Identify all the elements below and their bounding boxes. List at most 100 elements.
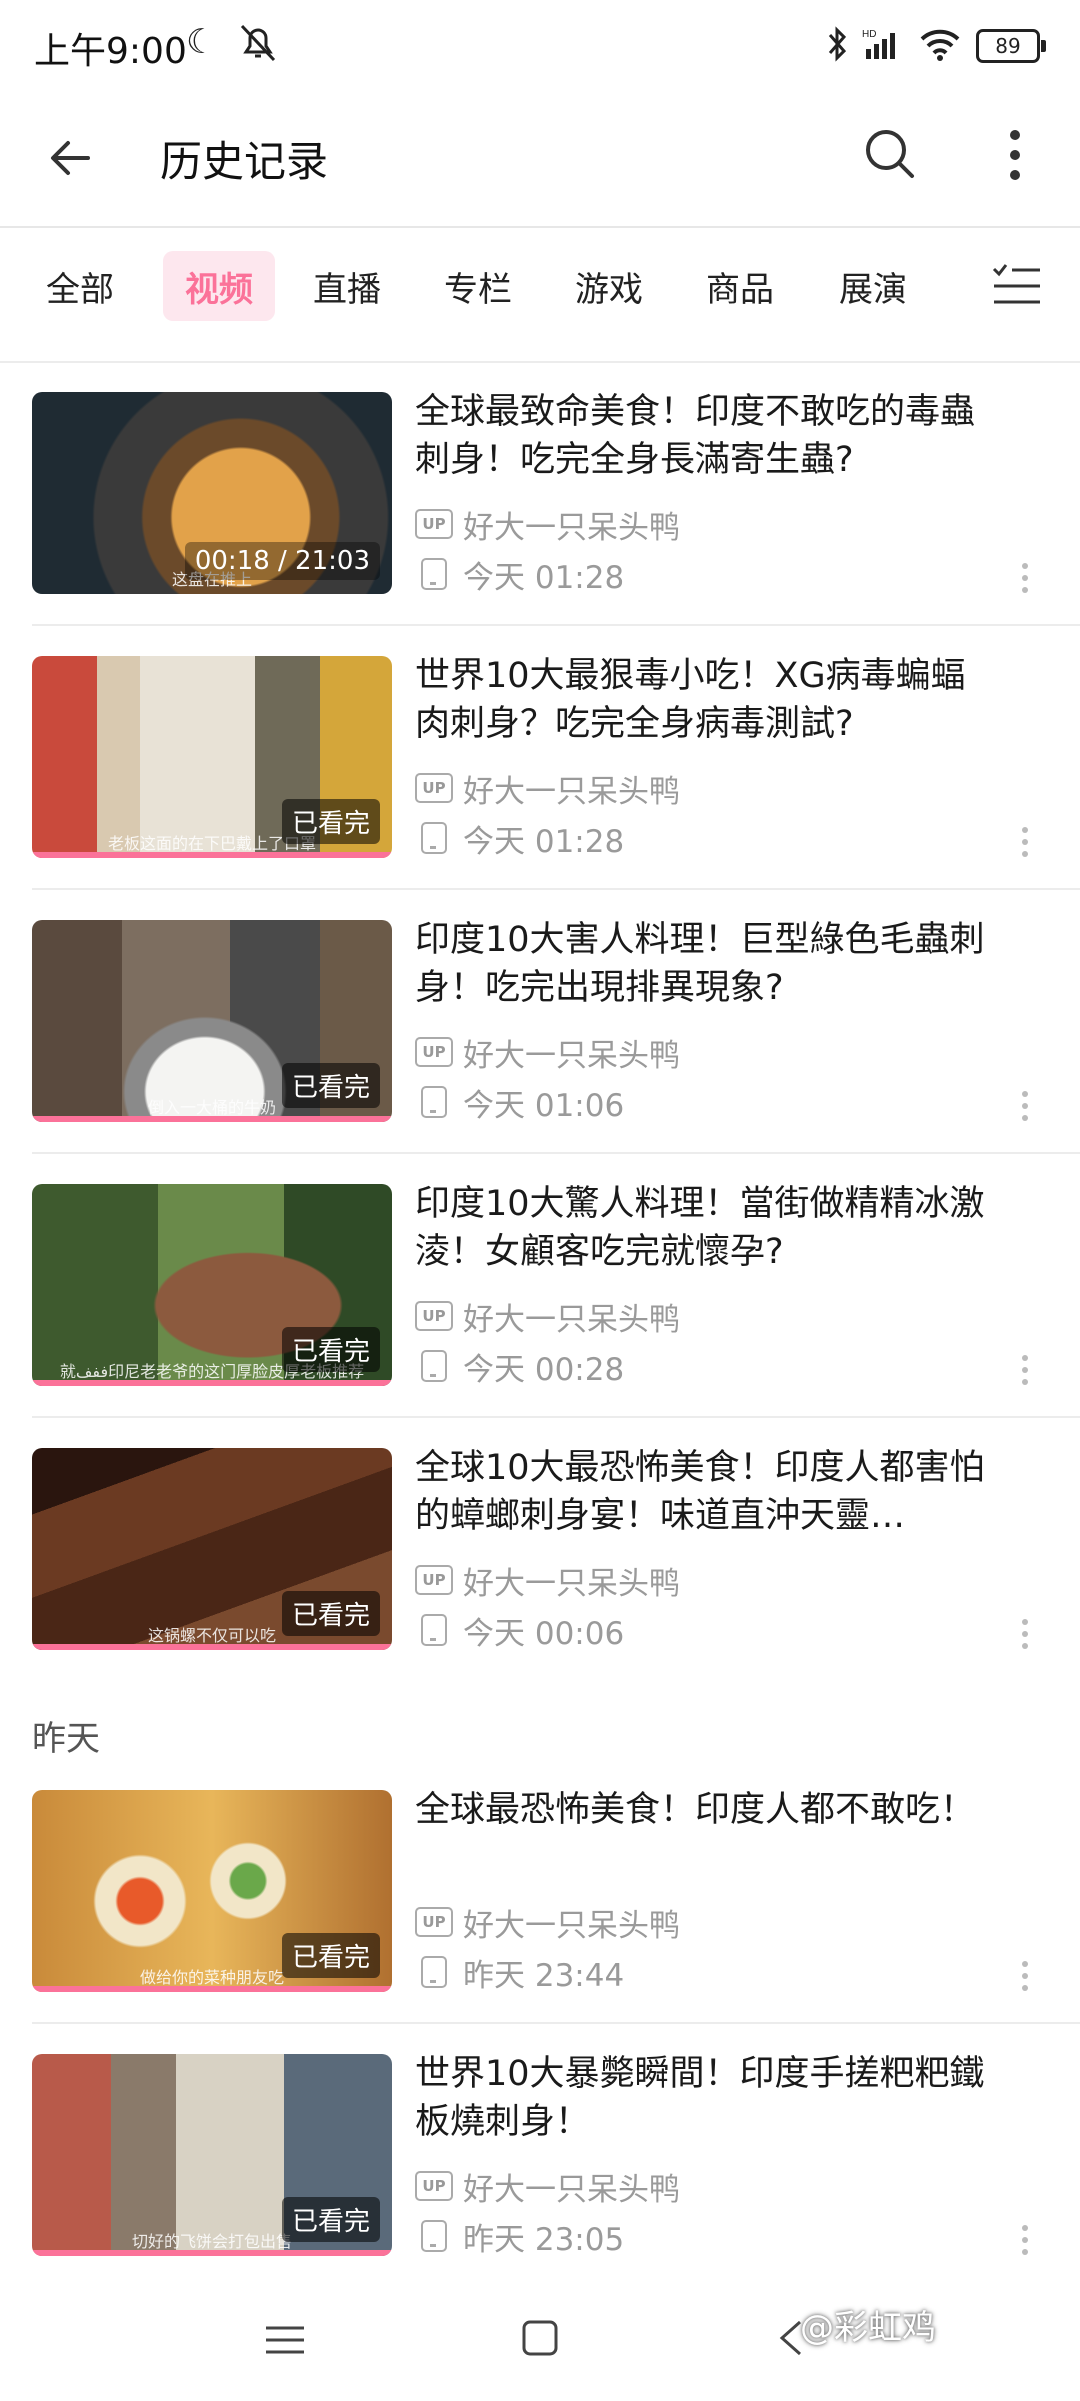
device-icon (421, 822, 447, 854)
more-vertical-icon[interactable] (990, 120, 1040, 190)
history-item[interactable]: 这锅螺不仅可以吃 已看完 全球10大最恐怖美食！印度人都害怕的蟑螂刺身宴！味道直… (0, 1418, 1080, 1682)
video-thumbnail[interactable]: 老板这面的在下巴戴上了口罩 已看完 (32, 656, 392, 858)
history-item[interactable]: 老板这面的在下巴戴上了口罩 已看完 世界10大最狠毒小吃！XG病毒蝙蝠肉刺身？吃… (0, 626, 1080, 890)
tab-game[interactable]: 游戏 (559, 251, 659, 321)
video-thumbnail[interactable]: 这锅螺不仅可以吃 已看完 (32, 1448, 392, 1650)
device-icon (421, 1086, 447, 1118)
tab-video[interactable]: 视频 (163, 251, 275, 321)
watch-progress-bar (32, 2250, 392, 2256)
item-more-icon[interactable] (1010, 2220, 1040, 2260)
watch-time: 今天 00:28 (463, 1351, 625, 1388)
watched-badge: 已看完 (281, 799, 380, 844)
item-more-icon[interactable] (1010, 1086, 1040, 1126)
up-icon: UP (415, 1037, 453, 1067)
status-indicators: HD 89 (826, 24, 1046, 68)
watch-time: 今天 01:06 (463, 1087, 625, 1124)
uploader-name: 好大一只呆头鸭 (463, 1301, 680, 1338)
uploader-name: 好大一只呆头鸭 (463, 1907, 680, 1944)
item-more-icon[interactable] (1010, 822, 1040, 862)
video-thumbnail[interactable]: 倒入一大桶的牛奶 已看完 (32, 920, 392, 1122)
watch-progress-bar (32, 1116, 392, 1122)
video-title: 世界10大最狠毒小吃！XG病毒蝙蝠肉刺身？吃完全身病毒測試? (415, 656, 966, 744)
video-thumbnail[interactable]: 这盘在推上 00:18 / 21:03 (32, 392, 392, 594)
up-icon: UP (415, 509, 453, 539)
history-list: 这盘在推上 00:18 / 21:03 全球最致命美食！印度不敢吃的毒蟲刺身！吃… (0, 362, 1080, 2288)
tab-all[interactable]: 全部 (30, 251, 130, 321)
page-title: 历史记录 (160, 137, 329, 186)
watch-time-row: 今天 01:28 (415, 554, 625, 596)
watch-time: 今天 01:28 (463, 559, 625, 596)
video-thumbnail[interactable]: 就ففف印尼老老爷的这门厚脸皮厚老板推荐 已看完 (32, 1184, 392, 1386)
header-bar: 历史记录 (0, 96, 1080, 228)
uploader-row: UP 好大一只呆头鸭 (415, 504, 680, 546)
back-arrow-icon[interactable] (44, 126, 108, 190)
signal-icon: HD (862, 27, 904, 65)
uploader-name: 好大一只呆头鸭 (463, 1037, 680, 1074)
wifi-icon (918, 27, 962, 65)
up-icon: UP (415, 1907, 453, 1937)
tab-show[interactable]: 展演 (823, 251, 923, 321)
uploader-name: 好大一只呆头鸭 (463, 2171, 680, 2208)
status-time: 上午9:00 (34, 31, 187, 72)
up-icon: UP (415, 1301, 453, 1331)
uploader-row: UP 好大一只呆头鸭 (415, 1902, 680, 1944)
tab-live[interactable]: 直播 (297, 251, 397, 321)
menu-icon[interactable] (262, 2320, 308, 2360)
device-icon (421, 2220, 447, 2252)
progress-badge: 00:18 / 21:03 (184, 542, 380, 580)
uploader-name: 好大一只呆头鸭 (463, 509, 680, 546)
up-icon: UP (415, 773, 453, 803)
filter-list-icon[interactable] (990, 259, 1044, 313)
device-icon (421, 1956, 447, 1988)
watched-badge: 已看完 (281, 1063, 380, 1108)
watch-progress-bar (32, 1644, 392, 1650)
video-thumbnail[interactable]: 切好的飞饼会打包出售 已看完 (32, 2054, 392, 2256)
history-item[interactable]: 倒入一大桶的牛奶 已看完 印度10大害人料理！巨型綠色毛蟲刺身！吃完出現排異現象… (0, 890, 1080, 1154)
uploader-row: UP 好大一只呆头鸭 (415, 1296, 680, 1338)
bluetooth-icon (826, 25, 848, 67)
up-icon: UP (415, 1565, 453, 1595)
uploader-row: UP 好大一只呆头鸭 (415, 1560, 680, 1602)
bell-off-icon (236, 22, 280, 70)
watch-time: 今天 01:28 (463, 823, 625, 860)
video-title: 全球最致命美食！印度不敢吃的毒蟲刺身！吃完全身長滿寄生蟲? (415, 392, 976, 480)
battery-indicator: 89 (976, 29, 1046, 63)
watched-badge: 已看完 (281, 2197, 380, 2242)
watched-badge: 已看完 (281, 1591, 380, 1636)
item-more-icon[interactable] (1010, 1614, 1040, 1654)
video-title: 世界10大暴斃瞬間！印度手搓粑粑鐵板燒刺身！ (415, 2054, 985, 2142)
video-title: 印度10大害人料理！巨型綠色毛蟲刺身！吃完出現排異現象? (415, 920, 985, 1008)
tab-goods[interactable]: 商品 (690, 251, 790, 321)
watch-time: 昨天 23:05 (463, 2221, 625, 2258)
history-item[interactable]: 就ففف印尼老老爷的这门厚脸皮厚老板推荐 已看完 印度10大驚人料理！當街做精精… (0, 1154, 1080, 1418)
video-title: 印度10大驚人料理！當街做精精冰激淩！女顧客吃完就懷孕? (415, 1184, 985, 1272)
watch-time-row: 昨天 23:44 (415, 1952, 625, 1994)
moon-icon: ☾ (186, 22, 217, 62)
video-title: 全球10大最恐怖美食！印度人都害怕的蟑螂刺身宴！味道直沖天靈… (415, 1448, 985, 1536)
tab-column[interactable]: 专栏 (428, 251, 528, 321)
video-thumbnail[interactable]: 做给你的菜种朋友吃 已看完 (32, 1790, 392, 1992)
watch-time-row: 今天 00:28 (415, 1346, 625, 1388)
video-title: 全球最恐怖美食！印度人都不敢吃！ (415, 1790, 976, 1830)
watched-badge: 已看完 (281, 1933, 380, 1978)
svg-text:HD: HD (862, 29, 876, 40)
history-item[interactable]: 做给你的菜种朋友吃 已看完 全球最恐怖美食！印度人都不敢吃！ UP 好大一只呆头… (0, 1760, 1080, 2024)
watermark: @彩虹鸡 (800, 2308, 936, 2348)
item-more-icon[interactable] (1010, 1956, 1040, 1996)
device-icon (421, 1350, 447, 1382)
item-more-icon[interactable] (1010, 558, 1040, 598)
history-item[interactable]: 切好的飞饼会打包出售 已看完 世界10大暴斃瞬間！印度手搓粑粑鐵板燒刺身！ UP… (0, 2024, 1080, 2288)
history-item[interactable]: 这盘在推上 00:18 / 21:03 全球最致命美食！印度不敢吃的毒蟲刺身！吃… (0, 362, 1080, 626)
watch-time-row: 今天 00:06 (415, 1610, 625, 1652)
uploader-name: 好大一只呆头鸭 (463, 1565, 680, 1602)
uploader-row: UP 好大一只呆头鸭 (415, 768, 680, 810)
watched-badge: 已看完 (281, 1327, 380, 1372)
watch-time: 昨天 23:44 (463, 1957, 625, 1994)
item-more-icon[interactable] (1010, 1350, 1040, 1390)
search-icon[interactable] (856, 120, 926, 190)
uploader-row: UP 好大一只呆头鸭 (415, 2166, 680, 2208)
category-tabs: 全部 视频 直播 专栏 游戏 商品 展演 (0, 227, 1080, 363)
home-square-icon[interactable] (518, 2316, 562, 2360)
watch-time: 今天 00:06 (463, 1615, 625, 1652)
watch-progress-bar (32, 1986, 392, 1992)
